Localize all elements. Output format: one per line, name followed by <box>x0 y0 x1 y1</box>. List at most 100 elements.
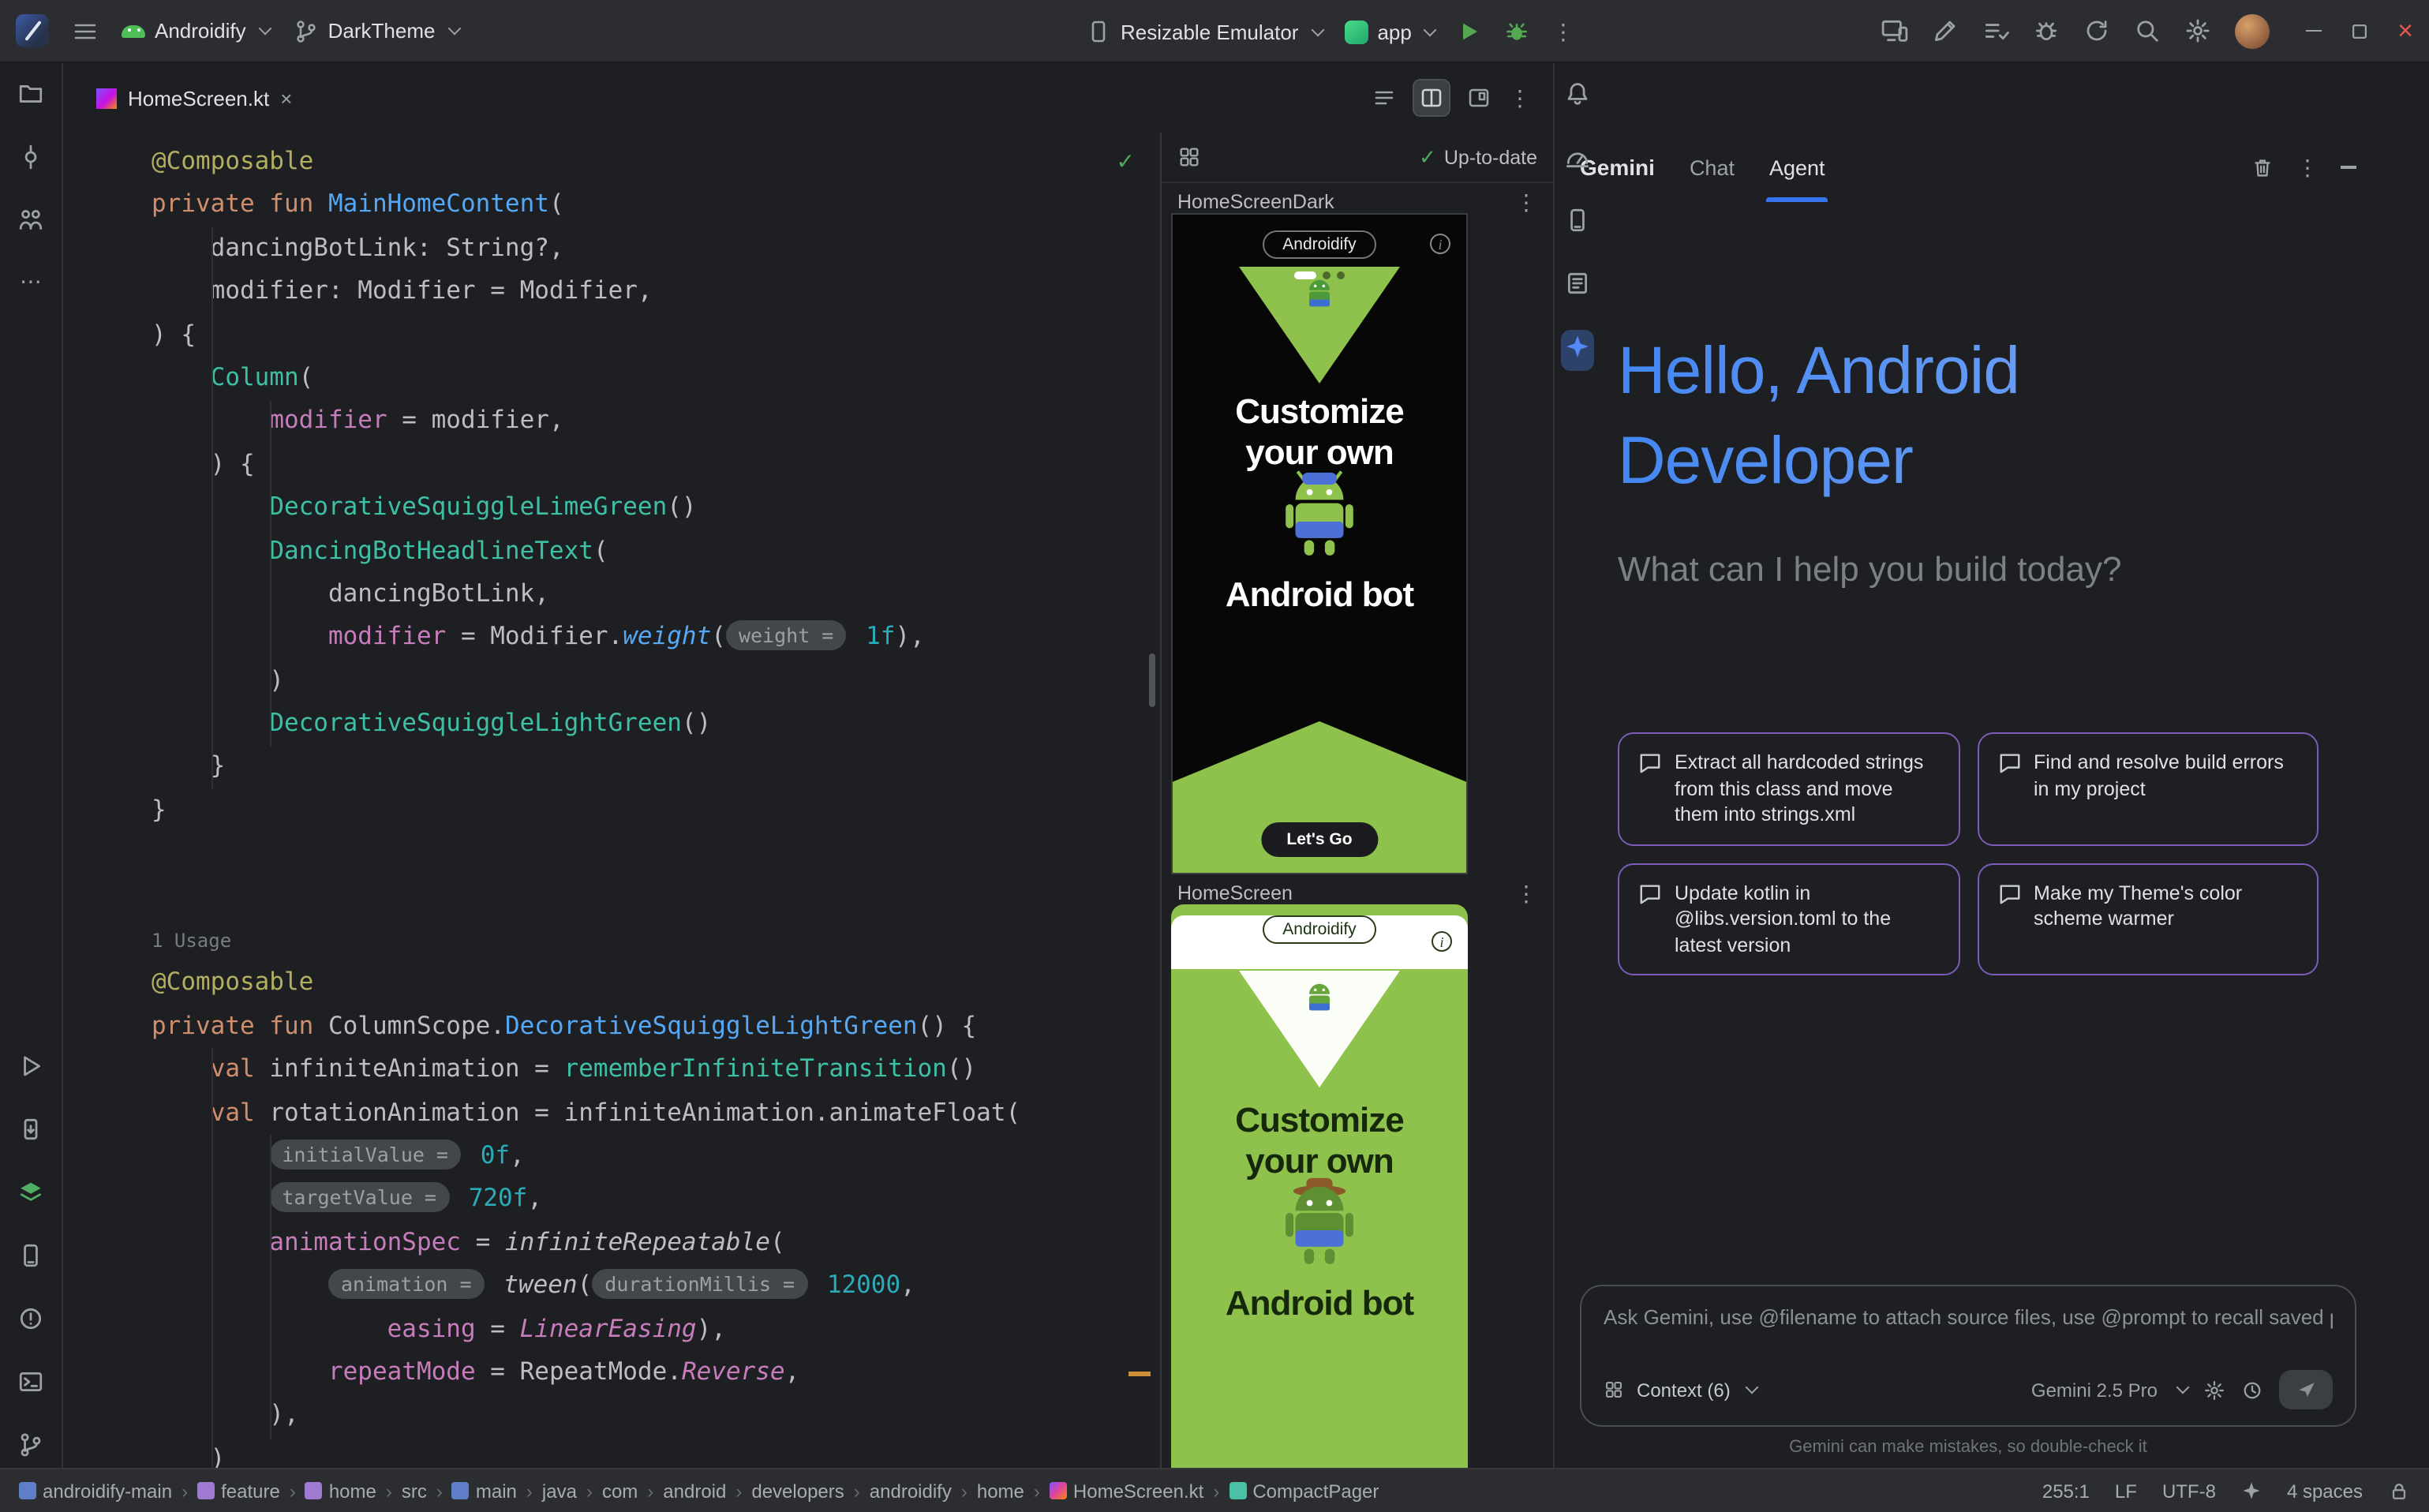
suggestion-card[interactable]: Extract all hardcoded strings from this … <box>1618 732 1959 845</box>
design-view-icon[interactable] <box>1466 85 1491 110</box>
code-line[interactable]: animation = tween(durationMillis = 12000… <box>152 1264 1160 1308</box>
logcat-icon[interactable] <box>1564 270 1591 297</box>
code-line[interactable] <box>152 833 1160 876</box>
tab-agent[interactable]: Agent <box>1769 133 1825 202</box>
model-selector[interactable]: Gemini 2.5 Pro <box>2031 1379 2158 1401</box>
hide-panel-icon[interactable] <box>2341 167 2356 169</box>
structure-tool-icon[interactable] <box>17 207 44 234</box>
settings-icon[interactable] <box>2184 17 2211 44</box>
trash-icon[interactable] <box>2251 155 2274 179</box>
breadcrumb-item[interactable]: developers <box>751 1480 844 1502</box>
indent-setting[interactable]: 4 spaces <box>2287 1480 2363 1502</box>
suggestion-card[interactable]: Find and resolve build errors in my proj… <box>1977 732 2319 845</box>
preview-homescreen-dark[interactable]: Androidify i Customize your own <box>1171 213 1468 874</box>
editor-scrollbar[interactable] <box>1149 653 1155 707</box>
more-tool-windows-icon[interactable]: ⋯ <box>20 270 42 292</box>
main-menu-icon[interactable] <box>73 18 98 43</box>
history-icon[interactable] <box>2241 1379 2263 1401</box>
sync-project-icon[interactable] <box>2083 17 2110 44</box>
caret-position[interactable]: 255:1 <box>2042 1480 2090 1502</box>
vcs-branch-widget[interactable]: DarkTheme <box>294 18 459 43</box>
breadcrumb-item[interactable]: java <box>542 1480 577 1502</box>
gemini-prompt-box[interactable]: Ask Gemini, use @filename to attach sour… <box>1580 1285 2356 1427</box>
code-line[interactable]: @Composable <box>152 962 1160 1005</box>
code-line[interactable]: val infiniteAnimation = rememberInfinite… <box>152 1048 1160 1091</box>
preview-options-icon[interactable]: ⋮ <box>1515 882 1537 904</box>
notifications-icon[interactable] <box>1564 80 1591 107</box>
code-line[interactable]: modifier = Modifier.weight(weight = 1f), <box>152 616 1160 660</box>
preview-options-icon[interactable]: ⋮ <box>1515 191 1537 213</box>
code-line[interactable]: repeatMode = RepeatMode.Reverse, <box>152 1351 1160 1394</box>
profiler-icon[interactable] <box>1564 144 1591 170</box>
breadcrumb-item[interactable]: home <box>305 1480 376 1502</box>
breadcrumb-item[interactable]: androidify-main <box>19 1480 172 1502</box>
run-tool-icon[interactable] <box>17 1053 44 1080</box>
code-line[interactable]: easing = LinearEasing), <box>152 1308 1160 1351</box>
breadcrumb-item[interactable]: src <box>402 1480 427 1502</box>
code-line[interactable]: modifier = modifier, <box>152 400 1160 443</box>
tab-chat[interactable]: Chat <box>1690 133 1735 202</box>
breadcrumb-item[interactable]: main <box>452 1480 517 1502</box>
problems-icon[interactable] <box>17 1305 44 1332</box>
code-view-icon[interactable] <box>1372 85 1397 110</box>
code-line[interactable]: } <box>152 746 1160 789</box>
run-button[interactable] <box>1458 19 1483 44</box>
suggestion-card[interactable]: Make my Theme's color scheme warmer <box>1977 863 2319 975</box>
send-button[interactable] <box>2279 1370 2333 1409</box>
device-selector[interactable]: Resizable Emulator <box>1086 19 1322 44</box>
code-area[interactable]: @Composableprivate fun MainHomeContent( … <box>63 133 1160 1468</box>
breadcrumb-item[interactable]: HomeScreen.kt <box>1050 1480 1203 1502</box>
checklist-icon[interactable] <box>1982 17 2009 44</box>
preview-homescreen-light[interactable]: Androidify i Customize your own <box>1171 904 1468 1468</box>
bug-report-icon[interactable] <box>2033 17 2060 44</box>
code-line[interactable]: DecorativeSquiggleLightGreen() <box>152 702 1160 746</box>
code-line[interactable]: animationSpec = infiniteRepeatable( <box>152 1222 1160 1265</box>
project-tool-icon[interactable] <box>17 80 44 107</box>
breadcrumb-item[interactable]: feature <box>197 1480 280 1502</box>
code-line[interactable]: DecorativeSquiggleLimeGreen() <box>152 486 1160 530</box>
code-line[interactable]: 1 Usage <box>152 919 1160 962</box>
code-line[interactable]: ) { <box>152 313 1160 357</box>
gemini-tool-button[interactable] <box>1561 330 1594 371</box>
search-icon[interactable] <box>2134 17 2161 44</box>
line-ending[interactable]: LF <box>2115 1480 2137 1502</box>
code-line[interactable]: val rotationAnimation = infiniteAnimatio… <box>152 1091 1160 1135</box>
run-configuration-selector[interactable]: app <box>1344 20 1435 43</box>
context-selector[interactable]: Context (6) <box>1637 1379 1731 1401</box>
code-line[interactable]: @Composable <box>152 140 1160 184</box>
code-line[interactable]: initialValue = 0f, <box>152 1135 1160 1178</box>
commit-tool-icon[interactable] <box>17 144 44 170</box>
gemini-options-icon[interactable]: ⋮ <box>2296 156 2319 178</box>
close-window-icon[interactable]: × <box>2397 17 2413 44</box>
code-line[interactable]: private fun MainHomeContent( <box>152 184 1160 227</box>
file-encoding[interactable]: UTF-8 <box>2162 1480 2216 1502</box>
breadcrumb-item[interactable]: android <box>663 1480 726 1502</box>
more-actions-icon[interactable]: ⋮ <box>1552 21 1574 43</box>
device-manager-icon[interactable] <box>1564 207 1591 234</box>
code-line[interactable]: ) <box>152 1437 1160 1468</box>
code-line[interactable]: dancingBotLink: String?, <box>152 227 1160 271</box>
code-line[interactable]: targetValue = 720f, <box>152 1178 1160 1222</box>
minimize-window-icon[interactable] <box>2306 30 2322 32</box>
prompt-input[interactable]: Ask Gemini, use @filename to attach sour… <box>1604 1305 2333 1329</box>
app-insights-icon[interactable] <box>17 1179 44 1206</box>
project-widget[interactable]: Androidify <box>122 19 270 43</box>
edit-assist-icon[interactable] <box>1932 17 1959 44</box>
code-line[interactable]: DancingBotHeadlineText( <box>152 530 1160 573</box>
breadcrumb-item[interactable]: CompactPager <box>1229 1480 1379 1502</box>
code-line[interactable]: } <box>152 789 1160 833</box>
maximize-window-icon[interactable] <box>2349 20 2371 42</box>
version-control-icon[interactable] <box>17 1432 44 1458</box>
spark-icon[interactable] <box>2241 1480 2262 1501</box>
code-line[interactable] <box>152 875 1160 919</box>
user-avatar[interactable] <box>2235 13 2270 48</box>
suggestion-card[interactable]: Update kotlin in @libs.version.toml to t… <box>1618 863 1959 975</box>
device-explorer-icon[interactable] <box>17 1116 44 1143</box>
breadcrumb-item[interactable]: home <box>977 1480 1024 1502</box>
breadcrumb-item[interactable]: com <box>602 1480 638 1502</box>
code-line[interactable]: ) <box>152 659 1160 702</box>
code-line[interactable]: modifier: Modifier = Modifier, <box>152 270 1160 313</box>
close-tab-icon[interactable]: × <box>280 88 292 108</box>
breadcrumb-item[interactable]: androidify <box>870 1480 952 1502</box>
preview-layout-icon[interactable] <box>1177 145 1201 169</box>
